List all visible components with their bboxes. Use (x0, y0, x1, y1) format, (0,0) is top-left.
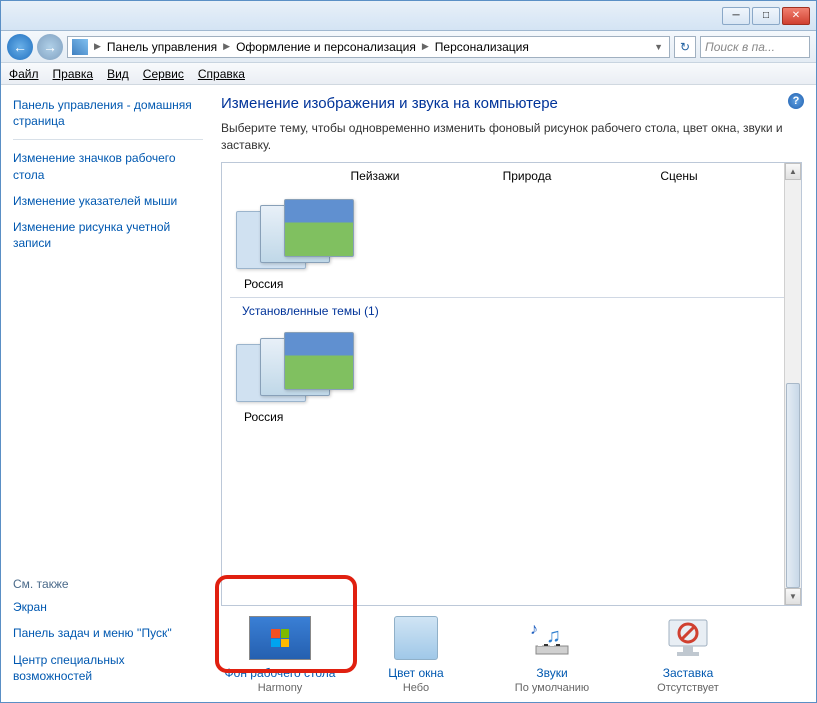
theme-label: Россия (236, 277, 366, 291)
theme-thumb-icon (236, 195, 366, 273)
sidebar-ease-link[interactable]: Центр специальных возможностей (13, 652, 203, 684)
main-pane: ? Изменение изображения и звука на компь… (211, 85, 816, 702)
sidebar-home-link[interactable]: Панель управления - домашняя страница (13, 97, 203, 129)
sidebar: Панель управления - домашняя страница Из… (1, 85, 211, 702)
svg-text:♫: ♫ (546, 625, 561, 647)
address-bar: ← → ▶ Панель управления ▶ Оформление и п… (1, 31, 816, 63)
theme-label: Россия (236, 410, 366, 424)
breadcrumb[interactable]: ▶ Панель управления ▶ Оформление и персо… (67, 36, 670, 58)
page-description: Выберите тему, чтобы одновременно измени… (221, 120, 802, 154)
minimize-button[interactable]: ─ (722, 7, 750, 25)
scroll-down-button[interactable]: ▼ (785, 588, 801, 605)
breadcrumb-leaf[interactable]: Персонализация (433, 40, 531, 54)
close-button[interactable]: ✕ (782, 7, 810, 25)
desktop-background-option[interactable]: Фон рабочего стола Harmony (221, 616, 339, 694)
option-title: Заставка (629, 666, 747, 680)
back-button[interactable]: ← (7, 34, 33, 60)
see-also-label: См. также (13, 577, 203, 591)
breadcrumb-mid[interactable]: Оформление и персонализация (234, 40, 418, 54)
scroll-up-button[interactable]: ▲ (785, 163, 801, 180)
option-value: Harmony (221, 682, 339, 694)
themes-list: Пейзажи Природа Сцены Россия Установленн… (221, 162, 802, 606)
sidebar-desktop-icons-link[interactable]: Изменение значков рабочего стола (13, 150, 203, 182)
theme-russia[interactable]: Россия (236, 195, 366, 291)
svg-text:♪: ♪ (530, 621, 538, 638)
refresh-button[interactable]: ↻ (674, 36, 696, 58)
window-color-icon (394, 616, 438, 660)
theme-label-landscapes: Пейзажи (330, 169, 420, 183)
option-value: Отсутствует (629, 682, 747, 694)
menu-service[interactable]: Сервис (143, 67, 184, 81)
chevron-right-icon[interactable]: ▶ (221, 41, 232, 52)
theme-label-scenes: Сцены (634, 169, 724, 183)
chevron-down-icon[interactable]: ▼ (652, 42, 665, 52)
theme-label-nature: Природа (482, 169, 572, 183)
option-title: Цвет окна (357, 666, 475, 680)
chevron-right-icon[interactable]: ▶ (420, 41, 431, 52)
option-value: Небо (357, 682, 475, 694)
scroll-thumb[interactable] (786, 383, 800, 588)
search-input[interactable]: Поиск в па... (700, 36, 810, 58)
screensaver-option[interactable]: Заставка Отсутствует (629, 616, 747, 694)
sidebar-account-picture-link[interactable]: Изменение рисунка учетной записи (13, 219, 203, 251)
chevron-right-icon[interactable]: ▶ (92, 41, 103, 52)
menu-edit[interactable]: Правка (53, 67, 94, 81)
option-title: Фон рабочего стола (221, 666, 339, 680)
sounds-icon: ♪♫ (521, 616, 583, 660)
personalization-options: Фон рабочего стола Harmony Цвет окна Неб… (221, 606, 802, 694)
sidebar-taskbar-link[interactable]: Панель задач и меню ''Пуск'' (13, 625, 203, 641)
desktop-background-icon (249, 616, 311, 660)
sidebar-mouse-pointers-link[interactable]: Изменение указателей мыши (13, 193, 203, 209)
menubar: Файл Правка Вид Сервис Справка (1, 63, 816, 85)
personalization-window: ─ □ ✕ ← → ▶ Панель управления ▶ Оформлен… (0, 0, 817, 703)
titlebar: ─ □ ✕ (1, 1, 816, 31)
theme-thumb-icon (236, 328, 366, 406)
screensaver-icon (657, 616, 719, 660)
scrollbar[interactable]: ▲ ▼ (784, 163, 801, 605)
forward-button[interactable]: → (37, 34, 63, 60)
option-title: Звуки (493, 666, 611, 680)
window-color-option[interactable]: Цвет окна Небо (357, 616, 475, 694)
maximize-button[interactable]: □ (752, 7, 780, 25)
page-title: Изменение изображения и звука на компьют… (221, 95, 802, 112)
menu-file[interactable]: Файл (9, 67, 39, 81)
menu-view[interactable]: Вид (107, 67, 129, 81)
help-icon[interactable]: ? (788, 93, 804, 109)
theme-russia-installed[interactable]: Россия (236, 328, 366, 424)
option-value: По умолчанию (493, 682, 611, 694)
menu-help[interactable]: Справка (198, 67, 245, 81)
installed-themes-header: Установленные темы (1) (230, 297, 793, 322)
control-panel-icon (72, 39, 88, 55)
breadcrumb-root[interactable]: Панель управления (105, 40, 219, 54)
sounds-option[interactable]: ♪♫ Звуки По умолчанию (493, 616, 611, 694)
sidebar-screen-link[interactable]: Экран (13, 599, 203, 615)
